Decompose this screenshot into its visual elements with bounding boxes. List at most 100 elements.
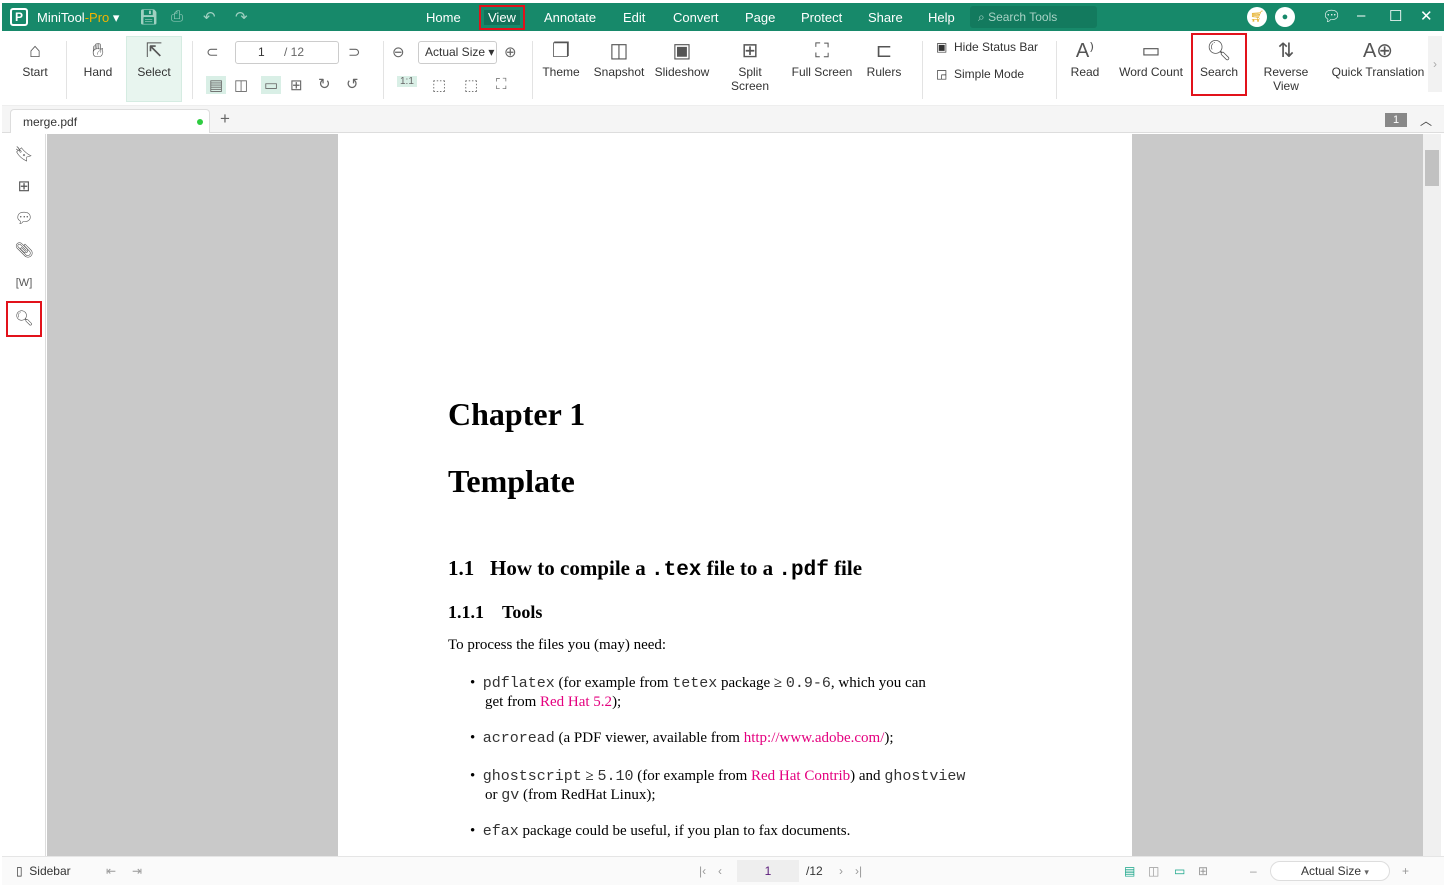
- cart-icon[interactable]: 🛒︎: [1247, 7, 1267, 27]
- attachment-icon[interactable]: 📎︎: [11, 238, 37, 264]
- theme-button[interactable]: ❐ Theme: [540, 37, 582, 79]
- list-item: • efax package could be useful, if you p…: [470, 823, 851, 840]
- close-icon[interactable]: ✕: [1420, 7, 1433, 25]
- zoom-select[interactable]: Actual Size ▾: [418, 41, 497, 64]
- chapter-heading: Chapter 1: [448, 396, 586, 432]
- select-button[interactable]: ⇱ Select: [126, 36, 182, 102]
- undo-icon[interactable]: ↶: [203, 8, 216, 26]
- pdf-page: Chapter 1 Template 1.1 How to compile a …: [338, 134, 1132, 856]
- redo-icon[interactable]: ↷: [235, 8, 248, 26]
- link[interactable]: http://www.adobe.com/: [744, 730, 885, 746]
- menu-share[interactable]: Share: [868, 10, 903, 25]
- vertical-scrollbar[interactable]: [1423, 134, 1441, 856]
- thumbnails-icon[interactable]: ⊞: [11, 174, 37, 200]
- prev-page-icon[interactable]: ‹: [718, 864, 722, 878]
- zoom-out-icon[interactable]: –: [1250, 864, 1257, 878]
- minimize-icon[interactable]: –: [1357, 7, 1365, 24]
- fit-visible-icon[interactable]: ⛶: [496, 76, 507, 93]
- back-icon[interactable]: ⇤: [106, 864, 116, 878]
- app-name[interactable]: MiniTool-Pro ▾: [37, 10, 119, 26]
- start-button[interactable]: ⌂ Start: [16, 37, 54, 79]
- ribbon: ⌂ Start ✋︎ Hand ⇱ Select ⊂ 1/ 12 ⊃ ▤ ◫ ▭ ⊞ …: [2, 31, 1444, 106]
- first-page-icon[interactable]: |‹: [699, 864, 706, 878]
- link[interactable]: Red Hat 5.2: [540, 694, 612, 710]
- status-page-input[interactable]: 1: [737, 860, 799, 882]
- two-page-icon[interactable]: ◫: [1148, 864, 1159, 878]
- hand-button[interactable]: ✋︎ Hand: [78, 37, 118, 79]
- menu-annotate[interactable]: Annotate: [544, 10, 596, 25]
- rulers-button[interactable]: ⊏ Rulers: [866, 37, 902, 79]
- save-icon[interactable]: 💾︎: [139, 8, 158, 26]
- chapter-title: Template: [448, 463, 575, 499]
- search-panel-icon[interactable]: 🔍︎: [6, 301, 42, 337]
- actual-size-icon[interactable]: 1:1: [397, 76, 417, 87]
- word-icon[interactable]: [W]: [11, 270, 37, 296]
- maximize-icon[interactable]: ☐: [1389, 7, 1402, 25]
- zoom-in-icon[interactable]: +: [1402, 864, 1409, 878]
- slideshow-button[interactable]: ▣ Slideshow: [654, 37, 710, 79]
- search-button[interactable]: 🔍︎ Search: [1191, 33, 1247, 96]
- tab-merge-pdf[interactable]: merge.pdf: [10, 109, 210, 133]
- new-tab-icon[interactable]: +: [220, 109, 230, 129]
- rotate-ccw-icon[interactable]: ↺: [346, 75, 359, 93]
- split-screen-button[interactable]: ⊞ Split Screen: [718, 37, 782, 93]
- comments-icon[interactable]: 💬︎: [11, 206, 37, 232]
- two-page-icon[interactable]: ◫: [234, 76, 248, 94]
- menu-protect[interactable]: Protect: [801, 10, 842, 25]
- next-page-icon[interactable]: ›: [839, 864, 843, 878]
- fit-page-icon[interactable]: ⬚: [464, 76, 478, 94]
- snapshot-button[interactable]: ◫ Snapshot: [592, 37, 646, 79]
- unsaved-dot: [197, 119, 203, 125]
- forward-icon[interactable]: ⇥: [132, 864, 142, 878]
- bookmark-icon[interactable]: 🔖︎: [11, 142, 37, 168]
- collapse-ribbon-icon[interactable]: ︿: [1420, 112, 1432, 129]
- menu-home[interactable]: Home: [426, 10, 461, 25]
- single-page-icon[interactable]: ▤: [1124, 864, 1135, 878]
- tab-count-badge[interactable]: 1: [1385, 113, 1408, 127]
- rotate-cw-icon[interactable]: ↻: [318, 75, 331, 93]
- grid-view-icon[interactable]: ⊞: [1198, 864, 1208, 878]
- full-screen-button[interactable]: ⛶ Full Screen: [791, 37, 853, 79]
- word-count-button[interactable]: ▭ Word Count: [1116, 37, 1186, 79]
- feedback-icon[interactable]: 💬︎: [1322, 7, 1341, 25]
- zoom-in-icon[interactable]: ⊕: [504, 43, 517, 61]
- slideshow-icon: ▣: [672, 40, 692, 62]
- simple-mode-icon: ◲: [936, 67, 948, 81]
- read-button[interactable]: A⁾ Read: [1068, 37, 1102, 79]
- sidebar-toggle[interactable]: ▯ Sidebar: [16, 864, 71, 878]
- last-page-icon[interactable]: ›|: [855, 864, 862, 878]
- continuous-icon[interactable]: ▭: [261, 76, 282, 94]
- quick-translation-button[interactable]: A⊕ Quick Translation: [1330, 37, 1426, 79]
- continuous-icon[interactable]: ▭: [1174, 864, 1185, 878]
- menu-help[interactable]: Help: [928, 10, 955, 25]
- thumbnail-grid-icon[interactable]: ⊞: [290, 76, 303, 94]
- tab-bar: merge.pdf + 1 ︿: [2, 106, 1444, 133]
- search-doc-icon: 🔍︎: [1206, 40, 1232, 62]
- rulers-icon: ⊏: [875, 40, 893, 62]
- reverse-view-icon: ⇅: [1277, 40, 1295, 62]
- ribbon-scroll-right-icon[interactable]: ›: [1428, 36, 1442, 92]
- list-item: • acroread (a PDF viewer, available from…: [470, 730, 894, 747]
- fit-width-icon[interactable]: ⬚: [432, 76, 446, 94]
- menu-convert[interactable]: Convert: [673, 10, 719, 25]
- page-number-input[interactable]: 1/ 12: [235, 41, 339, 64]
- left-sidebar: 🔖︎ ⊞ 💬︎ 📎︎ [W] 🔍︎: [2, 134, 46, 856]
- menu-page[interactable]: Page: [745, 10, 775, 25]
- reverse-view-button[interactable]: ⇅ Reverse View: [1250, 37, 1322, 93]
- snapshot-icon: ◫: [609, 40, 629, 62]
- next-page-icon[interactable]: ⊃: [348, 43, 361, 61]
- status-zoom-select[interactable]: Actual Size ▾: [1270, 861, 1390, 881]
- print-icon[interactable]: ⎙: [171, 8, 183, 25]
- link[interactable]: Red Hat Contrib: [751, 768, 850, 784]
- hide-status-bar-button[interactable]: ▣ Hide Status Bar: [936, 40, 1038, 54]
- simple-mode-button[interactable]: ◲ Simple Mode: [936, 67, 1024, 81]
- search-tools-input[interactable]: ⌕ Search Tools: [970, 6, 1097, 28]
- single-page-icon[interactable]: ▤: [206, 76, 227, 94]
- user-avatar-icon[interactable]: ●: [1275, 7, 1295, 27]
- prev-page-icon[interactable]: ⊂: [206, 43, 219, 61]
- scrollbar-thumb[interactable]: [1425, 150, 1439, 186]
- menu-edit[interactable]: Edit: [623, 10, 645, 25]
- title-bar: P MiniTool-Pro ▾ 💾︎ ⎙ ↶ ↷ Home View Anno…: [2, 3, 1444, 31]
- menu-view[interactable]: View: [479, 5, 525, 30]
- zoom-out-icon[interactable]: ⊖: [392, 43, 405, 61]
